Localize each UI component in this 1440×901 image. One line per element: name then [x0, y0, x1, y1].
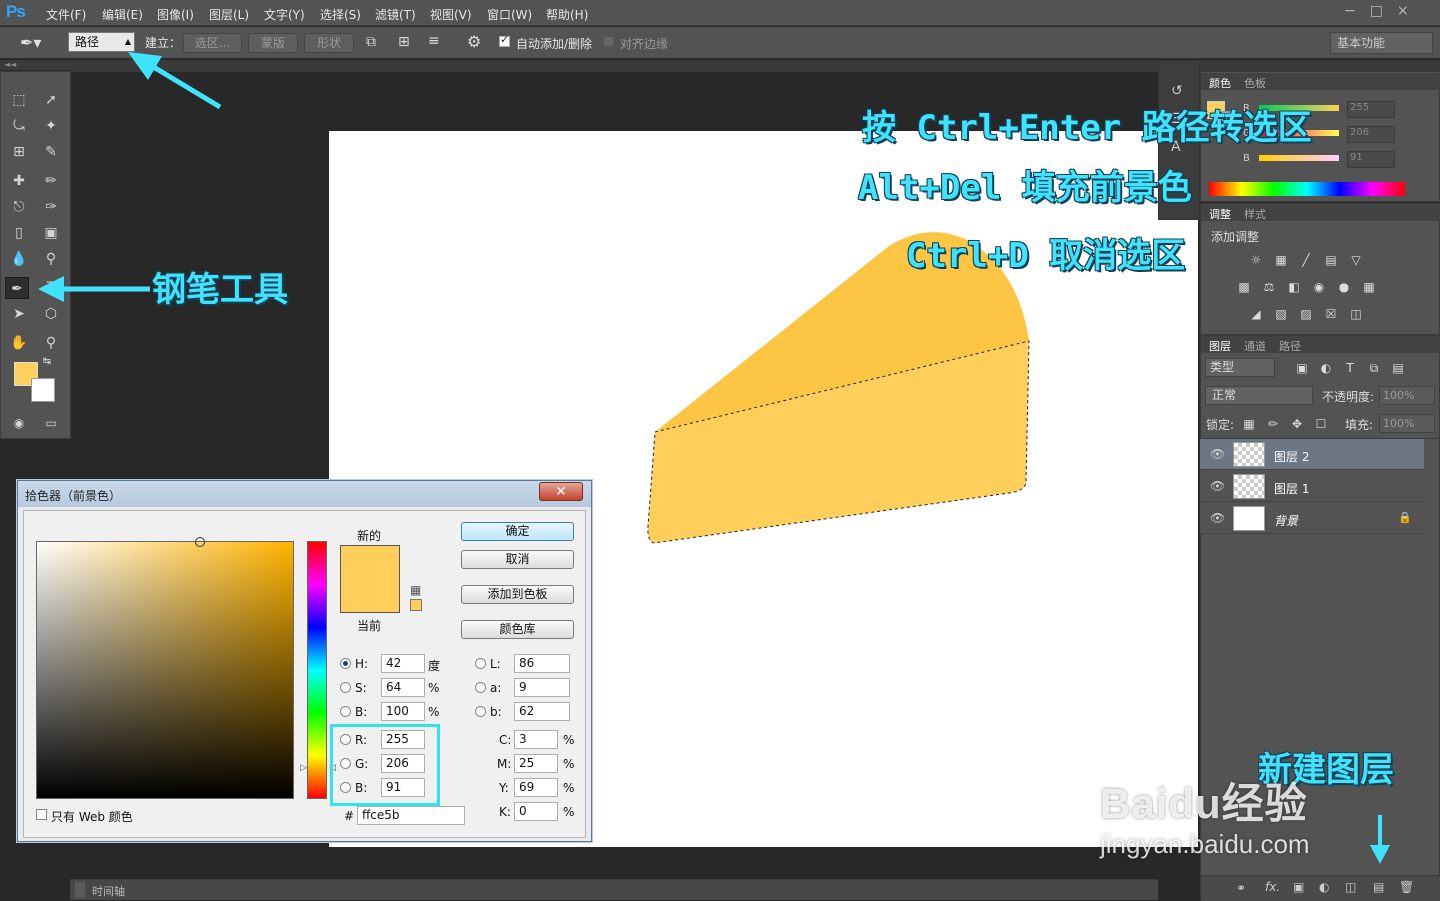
annotation-ctrl-d: Ctrl+D 取消选区	[906, 236, 1186, 276]
annotation-pen-tool: 钢笔工具	[152, 270, 288, 310]
arrow-head-mode-select	[128, 52, 162, 80]
arrow-head-pen-tool	[38, 276, 64, 302]
arrow-head-new-layer	[1370, 845, 1390, 864]
annotation-ctrl-enter: 按 Ctrl+Enter 路径转选区	[862, 108, 1312, 148]
annotation-alt-del: Alt+Del 填充前景色	[858, 168, 1192, 208]
watermark-brand: Baidu经验	[1100, 780, 1308, 827]
watermark-url: jingyan.baidu.com	[1100, 829, 1310, 859]
baidu-watermark: Baidu经验 jingyan.baidu.com	[1100, 770, 1310, 860]
